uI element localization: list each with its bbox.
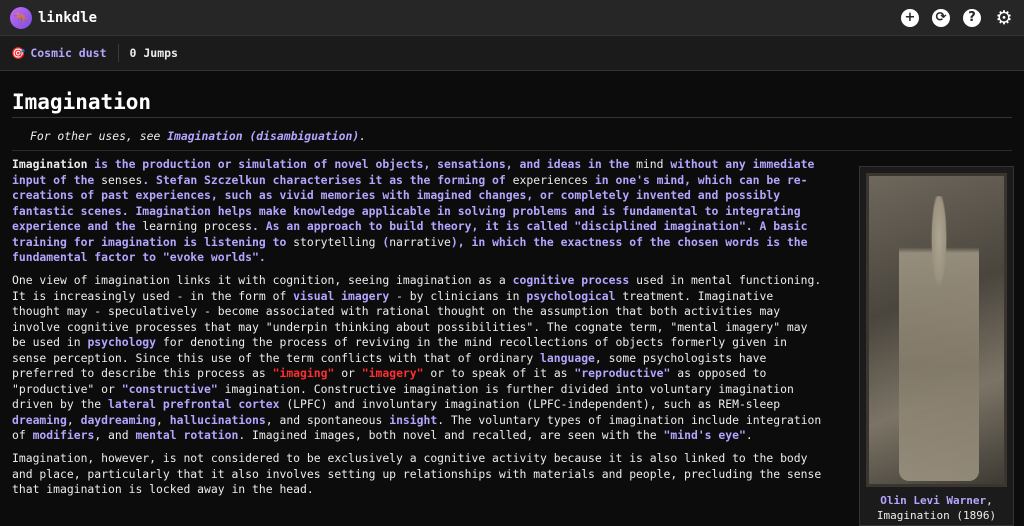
- text: .: [745, 428, 753, 442]
- top-bar: 🦘 linkdle + ⟳ ? ⚙: [0, 0, 1024, 36]
- paragraph-1: Imagination is the production or simulat…: [12, 157, 824, 266]
- wiki-link[interactable]: dreaming: [12, 413, 67, 427]
- text: narrative: [389, 234, 451, 249]
- text: or to speak of it as: [423, 366, 575, 380]
- bold-term: Imagination: [12, 157, 88, 171]
- text: One view of imagination links it with co…: [12, 273, 513, 287]
- wiki-link[interactable]: lateral prefrontal cortex: [108, 397, 279, 411]
- text: - by clinicians in: [389, 288, 527, 303]
- wiki-link[interactable]: "constructive": [122, 382, 218, 396]
- paragraph-3: Imagination, however, is not considered …: [12, 451, 822, 496]
- plus-circle-icon[interactable]: +: [901, 8, 919, 27]
- statue-image[interactable]: [866, 173, 1007, 487]
- text: . Imagined images, both novel and recall…: [238, 428, 664, 442]
- wiki-link[interactable]: modifiers: [33, 428, 95, 442]
- wiki-link[interactable]: hallucinations: [170, 413, 266, 427]
- text: mind: [636, 157, 664, 171]
- jump-counter: 0 Jumps: [129, 46, 178, 60]
- wiki-link[interactable]: "mind's eye": [664, 428, 746, 442]
- text: or: [334, 366, 362, 380]
- linkdle-logo-icon: 🦘: [10, 6, 32, 29]
- wiki-link[interactable]: . Stefan Szczelkun characterises it as t…: [142, 173, 512, 187]
- status-bar: 🎯 Cosmic dust 0 Jumps: [0, 36, 1024, 71]
- text: , and spontaneous: [265, 412, 390, 427]
- refresh-icon[interactable]: ⟳: [932, 8, 950, 27]
- wiki-link[interactable]: psychological: [526, 289, 615, 303]
- divider: [117, 44, 119, 62]
- text: (LPFC) and involuntary imagination (LPFC…: [279, 397, 781, 411]
- wiki-link[interactable]: "reproductive": [574, 366, 670, 380]
- text: ,: [156, 412, 170, 427]
- wiki-link[interactable]: cognitive process: [513, 273, 630, 287]
- text: storytelling: [293, 234, 376, 249]
- wiki-link[interactable]: visual imagery: [293, 289, 389, 303]
- text: learning process: [142, 219, 253, 233]
- wiki-link[interactable]: "imaging": [273, 366, 335, 380]
- app-name: linkdle: [38, 9, 98, 26]
- wiki-link[interactable]: is the production or simulation of novel…: [87, 157, 636, 171]
- gear-icon[interactable]: ⚙: [994, 7, 1014, 29]
- article-body: Imagination is the production or simulat…: [12, 157, 824, 498]
- target-icon: 🎯: [11, 46, 26, 60]
- wiki-link[interactable]: mental rotation: [135, 428, 238, 442]
- wiki-link[interactable]: insight: [389, 413, 437, 427]
- target-article[interactable]: Cosmic dust: [30, 46, 106, 60]
- disambiguation-link[interactable]: Imagination (disambiguation): [167, 129, 359, 143]
- wiki-link[interactable]: (: [375, 235, 389, 249]
- paragraph-2: One view of imagination links it with co…: [12, 273, 824, 444]
- figure-caption: Olin Levi Warner, Imagination (1896): [876, 494, 997, 522]
- wiki-link[interactable]: psychology: [87, 335, 156, 349]
- page-title: Imagination: [12, 71, 1012, 118]
- text: experiences: [512, 172, 589, 187]
- help-icon[interactable]: ?: [963, 8, 981, 27]
- text: senses: [101, 172, 143, 187]
- text: ,: [66, 412, 81, 427]
- text: , and: [94, 428, 136, 442]
- wiki-link[interactable]: "imagery": [362, 366, 424, 380]
- hatnote: For other uses, see Imagination (disambi…: [12, 118, 1012, 151]
- wiki-link[interactable]: language: [540, 351, 595, 365]
- caption-link[interactable]: Olin Levi Warner: [880, 494, 986, 507]
- wiki-link[interactable]: daydreaming: [81, 413, 156, 427]
- infobox-figure: Olin Levi Warner, Imagination (1896): [859, 166, 1014, 526]
